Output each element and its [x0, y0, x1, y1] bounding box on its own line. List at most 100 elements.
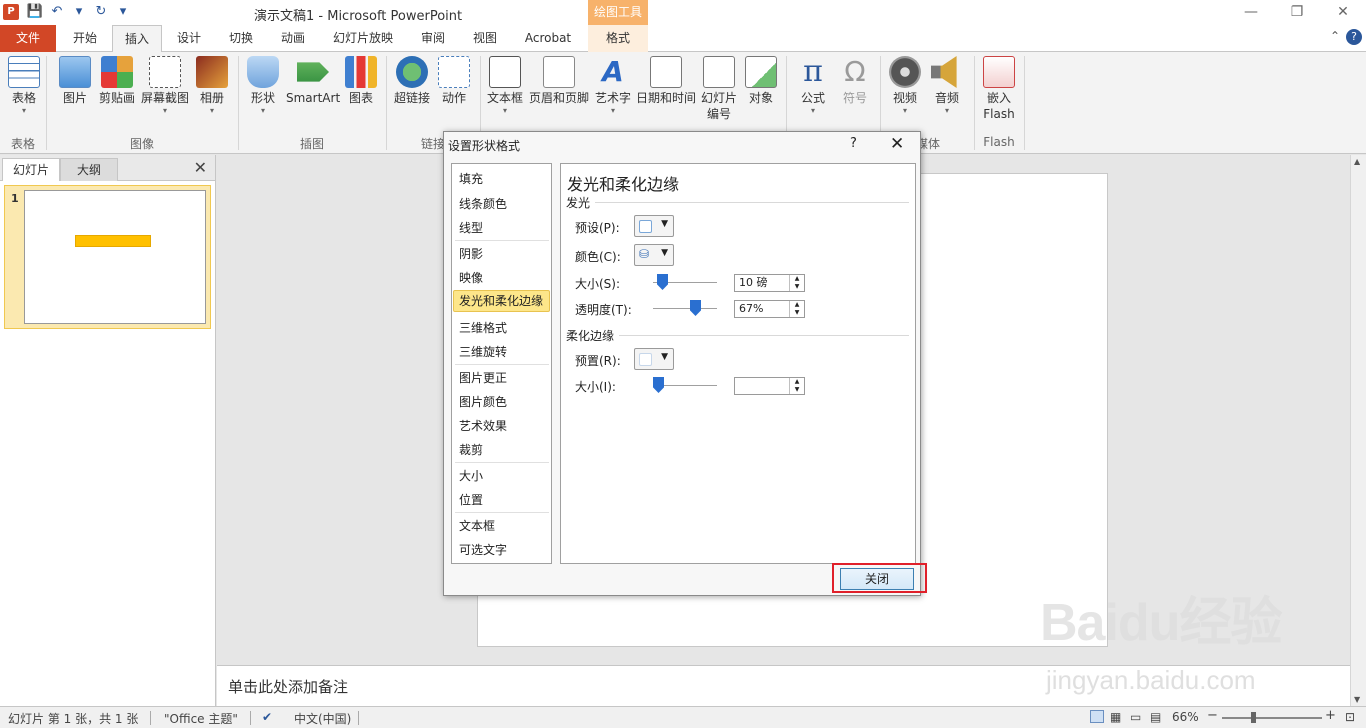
category-glow-soft-edges[interactable]: 发光和柔化边缘 — [453, 290, 550, 312]
theme-status: "Office 主题" — [164, 712, 238, 726]
equation-button[interactable]: π 公式 ▾ — [796, 56, 830, 115]
glow-transparency-input[interactable]: 67% ▲ ▼ — [734, 300, 805, 318]
normal-view-icon[interactable] — [1090, 710, 1104, 723]
wordart-button[interactable]: A 艺术字 ▾ — [594, 56, 632, 115]
slide-thumbnail[interactable] — [24, 190, 206, 324]
minimize-icon[interactable]: — — [1228, 0, 1274, 25]
language-status[interactable]: 中文(中国) — [294, 710, 351, 727]
date-time-button[interactable]: 日期和时间 — [636, 56, 696, 107]
close-icon[interactable]: ✕ — [194, 158, 207, 177]
glow-transparency-slider[interactable] — [653, 308, 717, 309]
redo-icon[interactable]: ↻ — [92, 3, 110, 21]
category-line-style[interactable]: 线型 — [459, 219, 483, 236]
slide-number-button[interactable]: 幻灯片 编号 — [700, 56, 738, 122]
powerpoint-app-icon[interactable]: P — [3, 4, 19, 20]
zoom-slider[interactable] — [1222, 717, 1322, 719]
zoom-in-icon[interactable]: + — [1325, 708, 1336, 723]
picture-button[interactable]: 图片 — [58, 56, 92, 107]
category-crop[interactable]: 裁剪 — [459, 441, 483, 458]
category-shadow[interactable]: 阴影 — [459, 245, 483, 262]
object-button[interactable]: 对象 — [744, 56, 778, 107]
spinner-arrows-icon[interactable]: ▲ ▼ — [789, 301, 804, 317]
tab-slides[interactable]: 幻灯片 — [2, 158, 60, 181]
action-button[interactable]: 动作 — [438, 56, 470, 107]
chart-button[interactable]: 图表 — [344, 56, 378, 107]
embed-flash-button[interactable]: 嵌入 Flash — [980, 56, 1018, 122]
glow-size-input[interactable]: 10 磅 ▲ ▼ — [734, 274, 805, 292]
close-window-icon[interactable]: ✕ — [1320, 0, 1366, 25]
symbol-button[interactable]: Ω 符号 — [838, 56, 872, 107]
category-reflection[interactable]: 映像 — [459, 269, 483, 286]
category-picture-corrections[interactable]: 图片更正 — [459, 369, 507, 386]
tab-outline[interactable]: 大纲 — [60, 158, 118, 181]
scroll-down-icon[interactable]: ▼ — [1354, 695, 1360, 704]
smartart-icon — [297, 62, 329, 82]
undo-icon[interactable]: ↶ — [48, 3, 66, 21]
undo-dropdown-icon[interactable]: ▾ — [70, 3, 88, 21]
zoom-out-icon[interactable]: − — [1207, 708, 1218, 723]
slide-thumbnail-item[interactable]: 1 — [4, 185, 211, 329]
tab-view[interactable]: 视图 — [460, 25, 510, 52]
table-button[interactable]: 表格 ▾ — [6, 56, 42, 115]
tab-review[interactable]: 审阅 — [408, 25, 458, 52]
header-footer-button[interactable]: 页眉和页脚 — [528, 56, 590, 107]
clipart-button[interactable]: 剪贴画 — [97, 56, 137, 107]
collapse-ribbon-icon[interactable]: ⌃ — [1330, 29, 1340, 45]
category-size[interactable]: 大小 — [459, 467, 483, 484]
screenshot-button[interactable]: 屏幕截图 ▾ — [140, 56, 190, 115]
category-line-color[interactable]: 线条颜色 — [459, 195, 507, 212]
photo-album-button[interactable]: 相册 ▾ — [196, 56, 228, 115]
tab-transitions[interactable]: 切换 — [216, 25, 266, 52]
scroll-up-icon[interactable]: ▲ — [1354, 157, 1360, 166]
smartart-button[interactable]: SmartArt — [286, 56, 340, 107]
category-3d-format[interactable]: 三维格式 — [459, 319, 507, 336]
soft-edges-preset-picker[interactable]: ▼ — [634, 348, 674, 370]
shapes-button[interactable]: 形状 ▾ — [246, 56, 280, 115]
textbox-button[interactable]: 文本框 ▾ — [486, 56, 524, 115]
tab-home[interactable]: 开始 — [58, 25, 112, 52]
zoom-level[interactable]: 66% — [1172, 710, 1199, 724]
spinner-arrows-icon[interactable]: ▲ ▼ — [789, 275, 804, 291]
glow-preset-picker[interactable]: ▼ — [634, 215, 674, 237]
tab-design[interactable]: 设计 — [164, 25, 214, 52]
save-icon[interactable]: 💾 — [26, 3, 44, 21]
video-button[interactable]: 视频 ▾ — [886, 56, 924, 115]
glow-transparency-slider-thumb[interactable] — [690, 300, 701, 316]
tab-slideshow[interactable]: 幻灯片放映 — [322, 25, 404, 52]
glow-size-slider-thumb[interactable] — [657, 274, 668, 290]
help-icon[interactable]: ? — [1346, 29, 1362, 45]
audio-button[interactable]: 音频 ▾ — [930, 56, 964, 115]
category-picture-color[interactable]: 图片颜色 — [459, 393, 507, 410]
tab-format[interactable]: 格式 — [588, 25, 648, 52]
fit-to-window-icon[interactable]: ⊡ — [1345, 710, 1355, 724]
soft-edges-size-slider-thumb[interactable] — [653, 377, 664, 393]
category-fill[interactable]: 填充 — [459, 170, 483, 187]
category-position[interactable]: 位置 — [459, 491, 483, 508]
status-bar: 幻灯片 第 1 张，共 1 张 "Office 主题" ✔ 中文(中国) ▦ ▭… — [0, 706, 1366, 728]
dialog-close-icon[interactable]: ✕ — [890, 134, 904, 154]
tab-file[interactable]: 文件 — [0, 25, 56, 52]
slide-sorter-icon[interactable]: ▦ — [1110, 710, 1121, 724]
soft-edges-size-input[interactable]: ▲ ▼ — [734, 377, 805, 395]
category-artistic-effects[interactable]: 艺术效果 — [459, 417, 507, 434]
reading-view-icon[interactable]: ▭ — [1130, 710, 1141, 724]
category-alt-text[interactable]: 可选文字 — [459, 541, 507, 558]
hyperlink-button[interactable]: 超链接 — [392, 56, 432, 107]
category-text-box[interactable]: 文本框 — [459, 517, 495, 534]
dialog-help-icon[interactable]: ? — [850, 136, 857, 151]
film-reel-icon — [889, 56, 921, 88]
tab-animations[interactable]: 动画 — [268, 25, 318, 52]
spinner-arrows-icon[interactable]: ▲ ▼ — [789, 378, 804, 394]
format-shape-dialog: 设置形状格式 ? ✕ 填充 线条颜色 线型 阴影 映像 发光和柔化边缘 三维格式… — [443, 131, 927, 596]
tab-acrobat[interactable]: Acrobat — [514, 25, 582, 52]
slideshow-view-icon[interactable]: ▤ — [1150, 710, 1161, 724]
restore-icon[interactable]: ❐ — [1274, 0, 1320, 25]
vertical-scrollbar[interactable]: ▲ ▼ — [1350, 155, 1366, 706]
photo-album-icon — [196, 56, 228, 88]
glow-color-picker[interactable]: ⛁ ▼ — [634, 244, 674, 266]
category-3d-rotation[interactable]: 三维旋转 — [459, 343, 507, 360]
spellcheck-icon[interactable]: ✔ — [262, 710, 272, 724]
customize-qat-icon[interactable]: ▾ — [114, 3, 132, 21]
tab-insert[interactable]: 插入 — [112, 25, 162, 53]
zoom-slider-thumb[interactable] — [1251, 712, 1256, 723]
